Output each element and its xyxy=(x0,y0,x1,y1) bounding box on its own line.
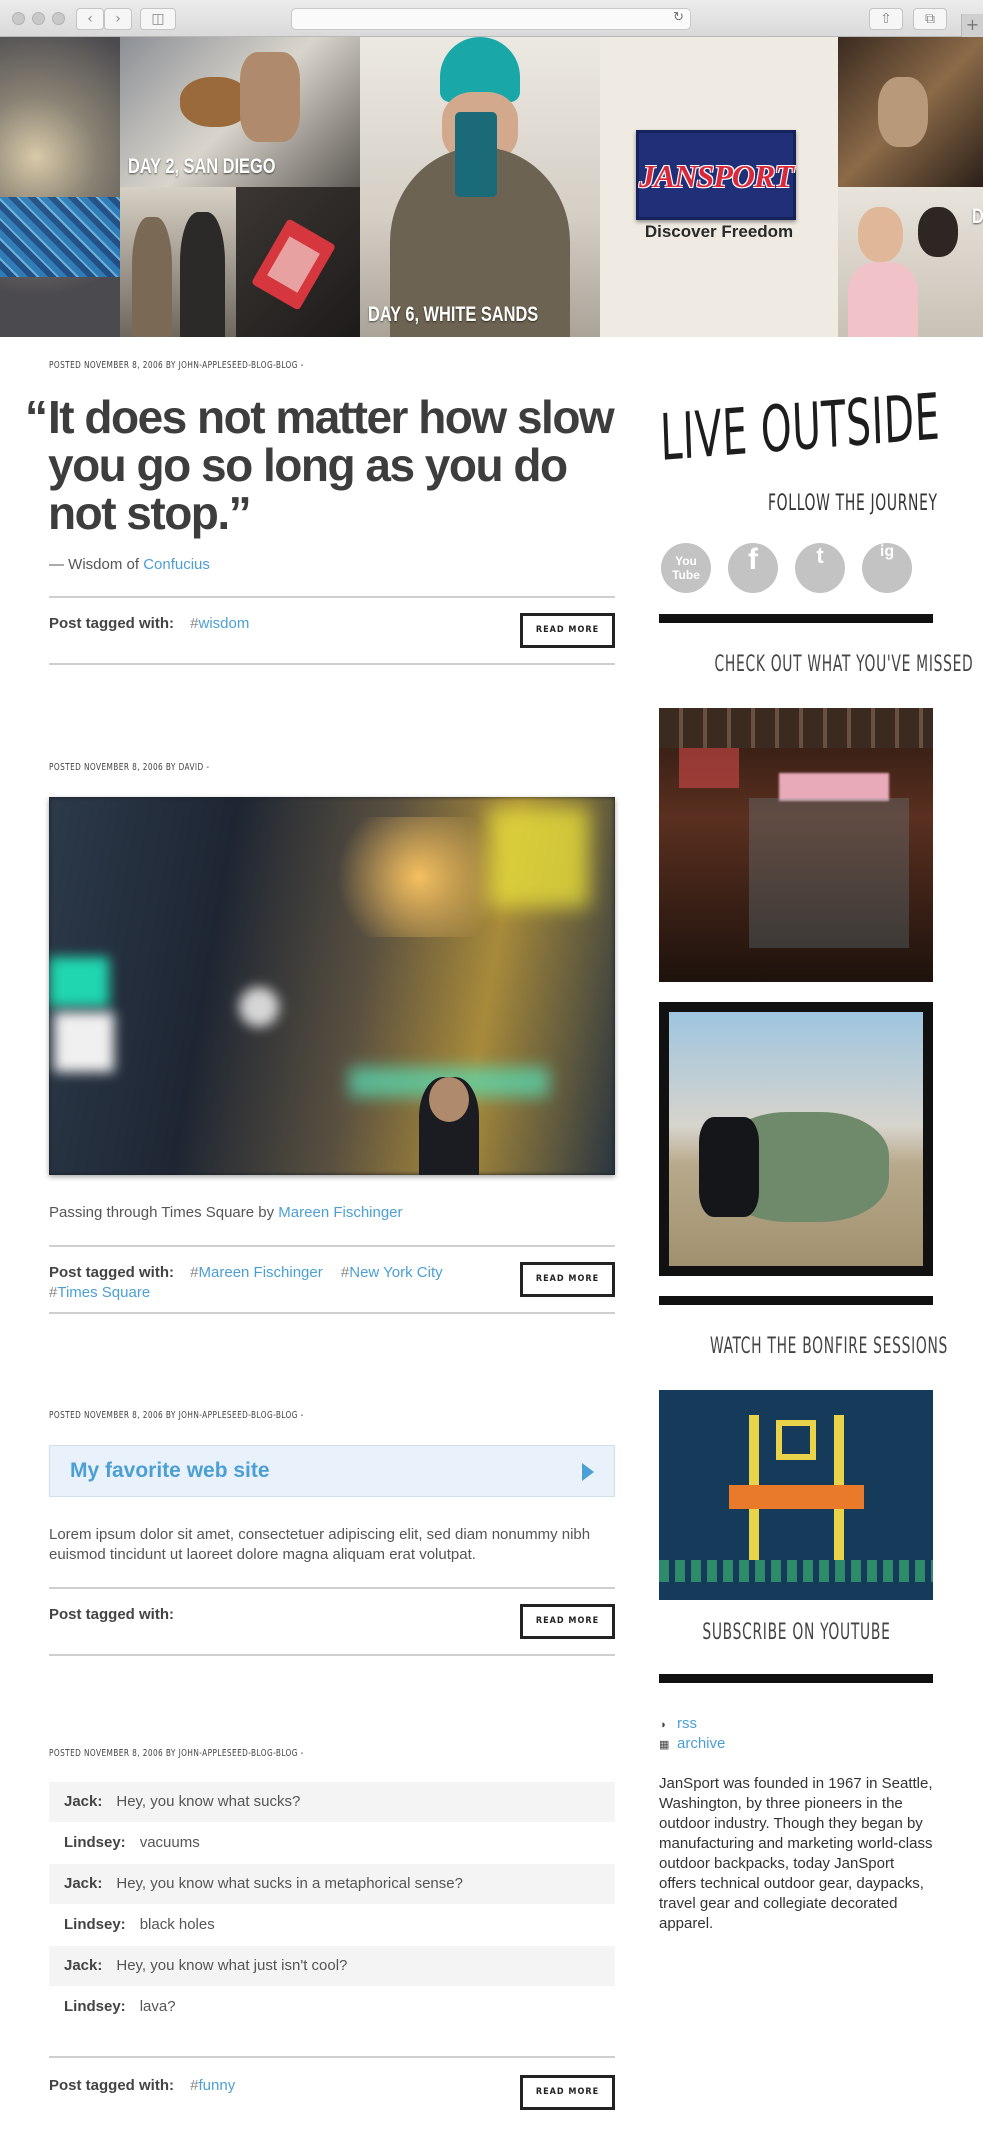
minimize-window-button[interactable] xyxy=(32,12,45,25)
post-meta: POSTED NOVEMBER 8, 2006 BY DAVID - xyxy=(49,762,210,773)
jansport-logo-text: JANSPORT xyxy=(639,158,794,194)
facebook-icon[interactable]: f xyxy=(728,543,778,593)
play-arrow-icon xyxy=(582,1463,594,1481)
new-tab-button[interactable]: + xyxy=(961,14,983,37)
banner-caption-cut: D xyxy=(972,205,983,228)
zoom-window-button[interactable] xyxy=(52,12,65,25)
divider xyxy=(49,1312,615,1314)
subscribe-youtube-link[interactable]: SUBSCRIBE ON YOUTUBE xyxy=(659,1620,933,1645)
banner-photo-laptop: D xyxy=(838,187,983,337)
sidebar-bar xyxy=(659,614,933,623)
quote-text: It does not matter how slow you go so lo… xyxy=(48,391,615,539)
post-body: Lorem ipsum dolor sit amet, consectetuer… xyxy=(49,1526,591,1563)
chat-line: Lindsey: lava? xyxy=(64,1998,176,2015)
banner-photo-tablet xyxy=(236,187,360,337)
tabs-overview-button[interactable]: ⧉ xyxy=(913,8,947,30)
forward-button[interactable]: › xyxy=(104,8,132,30)
missed-heading: CHECK OUT WHAT YOU'VE MISSED xyxy=(714,652,974,677)
post-link-box[interactable]: My favorite web site xyxy=(49,1445,615,1497)
post-tags: Post tagged with: xyxy=(49,1606,180,1623)
browser-toolbar: ‹ › ◫ ↻ ⇧ ⧉ + xyxy=(0,0,983,37)
quote-open-mark: “ xyxy=(25,391,48,443)
archive-label[interactable]: archive xyxy=(677,1735,725,1752)
archive-icon: ▦ xyxy=(659,1739,670,1751)
tagged-label: Post tagged with: xyxy=(49,1264,174,1281)
banner-photo-guitar: DAY 2, SAN DIEGO xyxy=(120,37,360,187)
tagged-label: Post tagged with: xyxy=(49,615,174,632)
chat-line: Jack: Hey, you know what sucks? xyxy=(49,1782,615,1822)
about-text: JanSport was founded in 1967 in Seattle,… xyxy=(659,1775,933,1932)
post-meta: POSTED NOVEMBER 8, 2006 BY JOHN-APPLESEE… xyxy=(49,1748,304,1759)
bonfire-poster[interactable] xyxy=(659,1390,933,1600)
post-meta: POSTED NOVEMBER 8, 2006 BY JOHN-APPLESEE… xyxy=(49,1410,304,1421)
rss-icon: ◑ xyxy=(659,1719,666,1731)
tag-link[interactable]: #Mareen Fischinger xyxy=(190,1264,323,1281)
bonfire-heading: WATCH THE BONFIRE SESSIONS xyxy=(710,1334,949,1359)
post-photo-times-square[interactable] xyxy=(49,797,615,1175)
archive-link[interactable]: ▦ archive xyxy=(659,1735,725,1752)
sidebar-photo-venue[interactable] xyxy=(659,708,933,982)
chat-line: Lindsey: black holes xyxy=(64,1916,215,1933)
banner-photo-selfie: DAY 6, WHITE SANDS xyxy=(360,37,600,337)
caption-prefix: Passing through Times Square by xyxy=(49,1204,279,1221)
sidebar-toggle-button[interactable]: ◫ xyxy=(140,8,176,30)
divider xyxy=(49,663,615,665)
banner-caption-white-sands: DAY 6, WHITE SANDS xyxy=(368,303,539,326)
divider xyxy=(49,1654,615,1656)
twitter-icon[interactable]: t xyxy=(795,543,845,593)
tagged-label: Post tagged with: xyxy=(49,2077,174,2094)
post-meta: POSTED NOVEMBER 8, 2006 BY JOHN-APPLESEE… xyxy=(49,360,304,371)
reload-icon[interactable]: ↻ xyxy=(673,10,684,25)
close-window-button[interactable] xyxy=(12,12,25,25)
chat-line: Lindsey: vacuums xyxy=(64,1834,200,1851)
rss-label[interactable]: rss xyxy=(677,1715,697,1732)
banner-photo-blur xyxy=(0,37,120,337)
instagram-icon[interactable]: ig xyxy=(862,543,912,593)
attribution-prefix: — Wisdom of xyxy=(49,556,144,573)
attribution-link[interactable]: Confucius xyxy=(143,556,210,573)
live-outside-heading: LIVE OUTSIDE xyxy=(659,380,942,476)
banner-photo-couple xyxy=(120,187,236,337)
sidebar-bar xyxy=(659,1296,933,1305)
jansport-tagline: Discover Freedom xyxy=(644,222,794,241)
rss-link[interactable]: ◑ rss xyxy=(659,1715,697,1732)
tag-link[interactable]: #funny xyxy=(190,2077,235,2094)
tag-link[interactable]: #New York City xyxy=(341,1264,443,1281)
link-title: My favorite web site xyxy=(70,1459,270,1482)
post-quote: “ It does not matter how slow you go so … xyxy=(25,393,625,537)
divider xyxy=(49,1587,615,1589)
photo-banner: DAY 2, SAN DIEGO DAY 6, WHITE SANDS D xyxy=(0,37,983,337)
tagged-label: Post tagged with: xyxy=(49,1606,174,1623)
jansport-logo: JANSPORT xyxy=(636,130,796,220)
share-button[interactable]: ⇧ xyxy=(869,8,903,30)
chat-line: Jack: Hey, you know what sucks in a metap… xyxy=(49,1864,615,1904)
tag-link[interactable]: #Times Square xyxy=(49,1284,150,1301)
youtube-icon[interactable]: You Tube xyxy=(661,543,711,593)
photo-caption: Passing through Times Square by Mareen F… xyxy=(49,1204,403,1221)
post-tags: Post tagged with: #funny xyxy=(49,2077,235,2094)
back-button[interactable]: ‹ xyxy=(76,8,104,30)
caption-link[interactable]: Mareen Fischinger xyxy=(278,1204,402,1221)
banner-photo-library xyxy=(838,37,983,187)
read-more-button[interactable]: READ MORE xyxy=(520,613,615,648)
address-bar[interactable]: ↻ xyxy=(291,8,691,30)
banner-caption-san-diego: DAY 2, SAN DIEGO xyxy=(128,155,276,178)
read-more-button[interactable]: READ MORE xyxy=(520,2075,615,2110)
tag-link[interactable]: #wisdom xyxy=(190,615,249,632)
divider xyxy=(49,596,615,598)
follow-the-journey: FOLLOW THE JOURNEY xyxy=(768,491,938,516)
divider xyxy=(49,2056,615,2058)
sidebar-photo-cactus[interactable] xyxy=(659,1002,933,1276)
sidebar-bar xyxy=(659,1674,933,1683)
chat-line: Jack: Hey, you know what just isn't cool? xyxy=(49,1946,615,1986)
post-tags: Post tagged with: #Mareen Fischinger #Ne… xyxy=(49,1263,449,1303)
read-more-button[interactable]: READ MORE xyxy=(520,1604,615,1639)
read-more-button[interactable]: READ MORE xyxy=(520,1262,615,1297)
divider xyxy=(49,1245,615,1247)
post-tags: Post tagged with: #wisdom xyxy=(49,615,249,632)
quote-attribution: — Wisdom of Confucius xyxy=(49,556,210,573)
